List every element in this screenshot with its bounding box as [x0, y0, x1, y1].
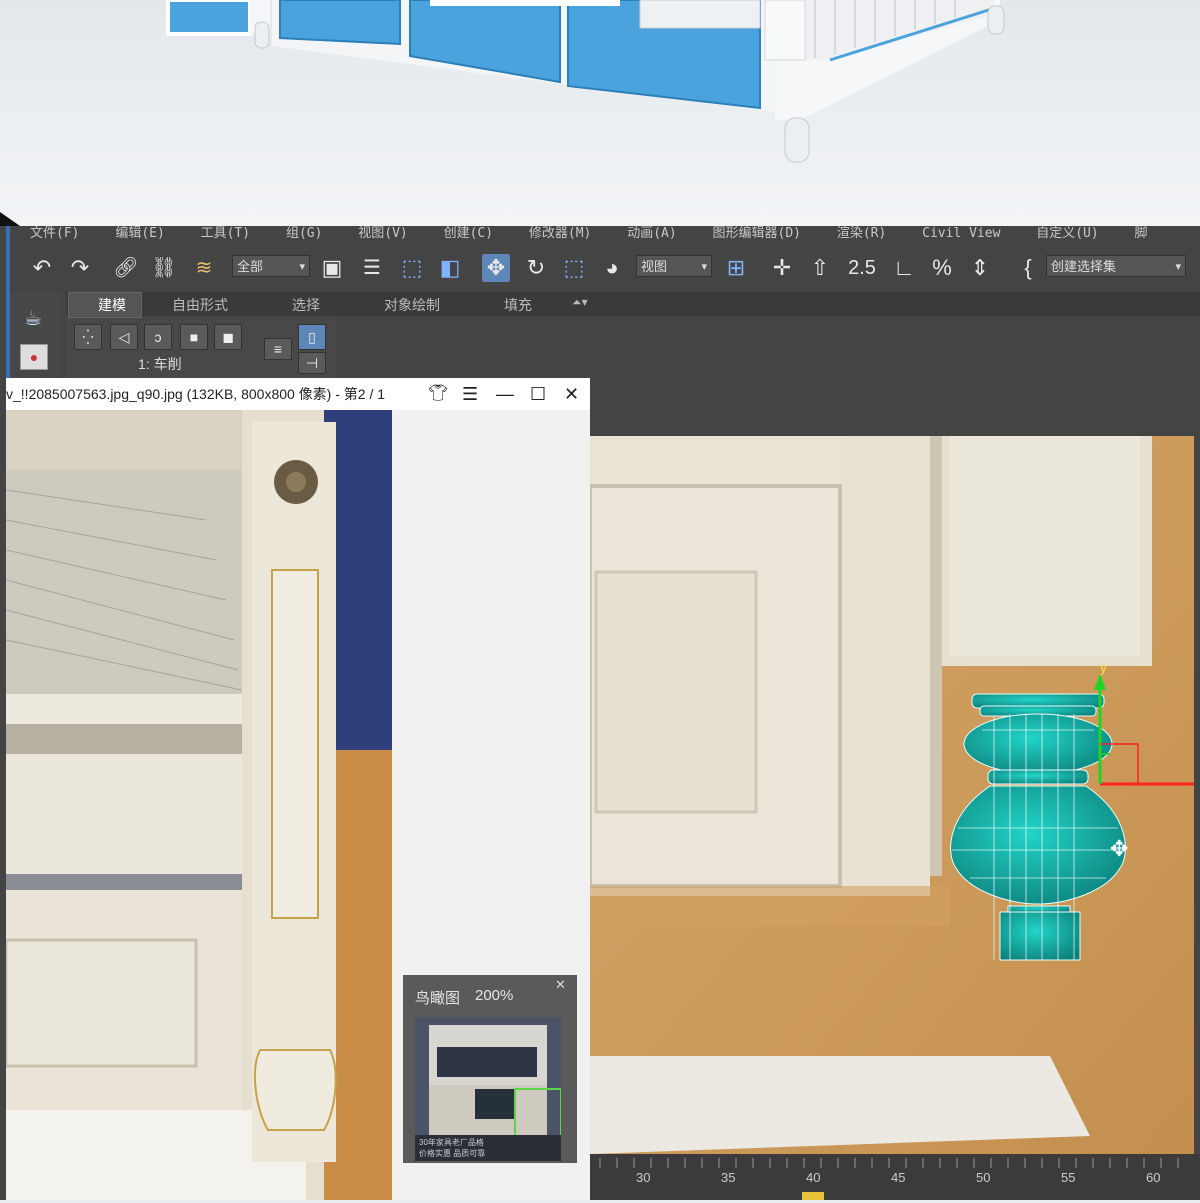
- perspective-viewport[interactable]: y ✥: [590, 436, 1194, 1154]
- select-object-icon[interactable]: ▣: [318, 254, 346, 282]
- menu-animation[interactable]: 动画(A): [627, 226, 676, 241]
- main-toolbar: ↶ ↷ 🔗︎ ⛓ ≋ 全部 ▣ ☰ ⬚ ◧ ✥ ↻ ⬚ ◕ 视图 ⊞ ✛ ⇧ 2…: [10, 244, 1200, 292]
- ribbon-tabs: 建模 自由形式 选择 对象绘制 填充 ⏶▾: [66, 292, 1200, 318]
- command-sidebar: ☕︎ ●: [10, 292, 62, 382]
- bind-space-warp-icon[interactable]: ≋: [190, 254, 218, 282]
- menu-group[interactable]: 组(G): [286, 226, 322, 241]
- menu-rendering[interactable]: 渲染(R): [837, 226, 886, 241]
- maximize-icon[interactable]: ☐: [530, 378, 546, 410]
- tick-label: 30: [636, 1170, 651, 1185]
- thumbnail-caption-1: 30年家具老厂品格: [419, 1138, 484, 1147]
- border-icon[interactable]: ↄ: [144, 324, 172, 350]
- tab-populate[interactable]: 填充: [504, 295, 532, 315]
- furniture-render-image: [0, 0, 1200, 226]
- reference-coordinate-dropdown[interactable]: 视图: [636, 255, 712, 278]
- close-icon[interactable]: ✕: [564, 378, 579, 410]
- edit-named-selection-icon[interactable]: {: [1014, 254, 1042, 282]
- tick-label: 40: [806, 1170, 821, 1185]
- birdseye-zoom: 200%: [475, 987, 514, 1004]
- tab-object-paint[interactable]: 对象绘制: [384, 295, 440, 315]
- menu-scripting[interactable]: 脚: [1135, 226, 1148, 241]
- element-icon[interactable]: ◼: [214, 324, 242, 350]
- minimize-icon[interactable]: —: [496, 378, 514, 410]
- scale-icon[interactable]: ⬚: [560, 254, 588, 282]
- pin-stack-icon[interactable]: ⊣: [298, 352, 326, 374]
- menu-views[interactable]: 视图(V): [358, 226, 407, 241]
- menu-file[interactable]: 文件(F): [30, 226, 79, 241]
- time-slider[interactable]: 30 35 40 45 50 55 60: [590, 1154, 1200, 1200]
- birdseye-panel[interactable]: 鸟瞰图 200% ✕ 30年家具老厂品格 价格实惠 品质可靠: [403, 975, 577, 1163]
- ribbon-panel: ⁛ ◁ ↄ ■ ◼ ▯ ≡ ⊣ 1: 车削: [66, 318, 336, 382]
- tab-selection[interactable]: 选择: [292, 295, 320, 315]
- birdseye-thumbnail[interactable]: 30年家具老厂品格 价格实惠 品质可靠: [415, 1017, 561, 1161]
- cabinet-render-graphic: [166, 0, 1005, 163]
- tab-freeform[interactable]: 自由形式: [172, 295, 228, 315]
- move-icon[interactable]: ✥: [482, 254, 510, 282]
- ribbon-options-icon[interactable]: ⏶▾: [572, 295, 588, 310]
- menu-create[interactable]: 创建(C): [444, 226, 493, 241]
- menu-customize[interactable]: 自定义(U): [1036, 226, 1098, 241]
- snaps-toggle-icon[interactable]: 2.5: [848, 254, 876, 282]
- placement-icon[interactable]: ◕: [598, 254, 626, 282]
- viewport-scene: y ✥: [590, 436, 1194, 1154]
- ribbon-panel-label: 1: 车削: [138, 356, 182, 372]
- redo-icon[interactable]: ↷: [66, 254, 94, 282]
- tick-label: 55: [1061, 1170, 1076, 1185]
- menu-tools[interactable]: 工具(T): [201, 226, 250, 241]
- pivot-center-icon[interactable]: ⊞: [722, 254, 750, 282]
- teapot-icon[interactable]: ☕︎: [18, 306, 48, 330]
- birdseye-close-icon[interactable]: ✕: [555, 977, 566, 993]
- spinner-snap-icon[interactable]: ⇕: [966, 254, 994, 282]
- image-viewer-window[interactable]: v_!!2085007563.jpg_q90.jpg (132KB, 800x8…: [6, 378, 590, 1200]
- render-frame-icon[interactable]: ●: [20, 344, 48, 370]
- thumbnail-caption-2: 价格实惠 品质可靠: [419, 1149, 486, 1158]
- angle-snap-icon[interactable]: ∟: [890, 254, 918, 282]
- vertex-icon[interactable]: ⁛: [74, 324, 102, 350]
- edit-poly-icon[interactable]: ≡: [264, 338, 292, 360]
- birdseye-label: 鸟瞰图: [415, 990, 461, 1007]
- tick-label: 45: [891, 1170, 906, 1185]
- move-cursor-icon: ✥: [1110, 836, 1128, 861]
- tick-label: 60: [1146, 1170, 1161, 1185]
- edge-icon[interactable]: ◁: [110, 324, 138, 350]
- unlink-icon[interactable]: ⛓: [150, 254, 178, 282]
- menu-edit[interactable]: 编辑(E): [115, 226, 164, 241]
- viewer-title: v_!!2085007563.jpg_q90.jpg (132KB, 800x8…: [6, 386, 386, 402]
- keyboard-shortcut-override-icon[interactable]: ⇧: [806, 254, 834, 282]
- percent-snap-icon[interactable]: %: [928, 254, 956, 282]
- rect-selection-region-icon[interactable]: ⬚: [398, 254, 426, 282]
- skin-icon[interactable]: 👕︎: [428, 378, 448, 410]
- modify-mode-icon[interactable]: ▯: [298, 324, 326, 350]
- menu-modifiers[interactable]: 修改器(M): [529, 226, 591, 241]
- tab-modeling[interactable]: 建模: [98, 295, 126, 315]
- tick-label: 50: [976, 1170, 991, 1185]
- bunk-bed-closeup: [6, 410, 392, 1200]
- menu-civil-view[interactable]: Civil View: [922, 226, 1000, 241]
- polygon-icon[interactable]: ■: [180, 324, 208, 350]
- viewer-title-bar[interactable]: v_!!2085007563.jpg_q90.jpg (132KB, 800x8…: [6, 378, 590, 410]
- selection-filter-dropdown[interactable]: 全部: [232, 255, 310, 278]
- menu-bar: 文件(F) 编辑(E) 工具(T) 组(G) 视图(V) 创建(C) 修改器(M…: [10, 226, 1200, 244]
- rotate-icon[interactable]: ↻: [522, 254, 550, 282]
- select-manipulate-icon[interactable]: ✛: [768, 254, 796, 282]
- snap-label: 2.5: [848, 257, 876, 279]
- menu-graph-editors[interactable]: 图形编辑器(D): [713, 226, 801, 241]
- viewer-image[interactable]: [6, 410, 392, 1200]
- named-selection-dropdown[interactable]: 创建选择集: [1046, 255, 1186, 278]
- window-crossing-icon[interactable]: ◧: [436, 254, 464, 282]
- select-by-name-icon[interactable]: ☰: [358, 254, 386, 282]
- menu-icon[interactable]: ☰: [462, 378, 478, 410]
- undo-icon[interactable]: ↶: [28, 254, 56, 282]
- tick-label: 35: [721, 1170, 736, 1185]
- link-icon[interactable]: 🔗︎: [112, 254, 140, 282]
- gizmo-y-label: y: [1100, 659, 1107, 675]
